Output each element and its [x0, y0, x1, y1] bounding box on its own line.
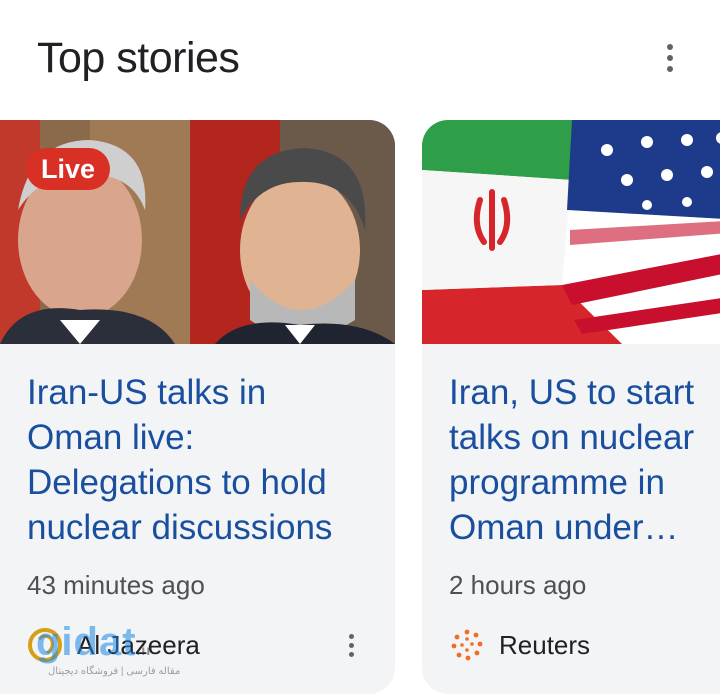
headline-line: Iran-US talks in [27, 373, 267, 412]
source-name: Al Jazeera [77, 629, 200, 660]
thumbnail-image [422, 120, 720, 344]
more-vert-icon[interactable] [650, 38, 690, 78]
reuters-logo-icon [451, 629, 483, 661]
more-vert-icon[interactable] [336, 625, 366, 665]
story-source[interactable]: Reuters [449, 625, 590, 665]
headline-line: Iran, US to start [449, 373, 695, 412]
headline-line: nuclear discussions [27, 508, 333, 547]
story-headline[interactable]: Iran-US talks in Oman live: Delegations … [27, 370, 387, 550]
story-card[interactable]: Live Iran-US talks in Oman live: Delegat… [0, 120, 395, 694]
live-badge: Live [26, 148, 111, 190]
top-stories-header: Top stories [0, 0, 720, 118]
story-timestamp: 43 minutes ago [27, 570, 205, 600]
story-source[interactable]: Al Jazeera [27, 625, 200, 665]
story-timestamp: 2 hours ago [449, 570, 587, 600]
story-card[interactable]: Iran, US to start talks on nuclear progr… [422, 120, 720, 694]
headline-line: Oman under… [449, 508, 679, 547]
section-title: Top stories [37, 34, 240, 82]
headline-line: programme in [449, 463, 665, 502]
story-headline[interactable]: Iran, US to start talks on nuclear progr… [449, 370, 720, 550]
story-thumbnail[interactable]: Live [0, 120, 395, 344]
headline-line: Delegations to hold [27, 463, 327, 502]
headline-line: talks on nuclear [449, 418, 695, 457]
headline-line: Oman live: [27, 418, 195, 457]
source-name: Reuters [499, 629, 591, 660]
story-thumbnail[interactable] [422, 120, 720, 344]
al-jazeera-logo-icon [28, 628, 62, 662]
